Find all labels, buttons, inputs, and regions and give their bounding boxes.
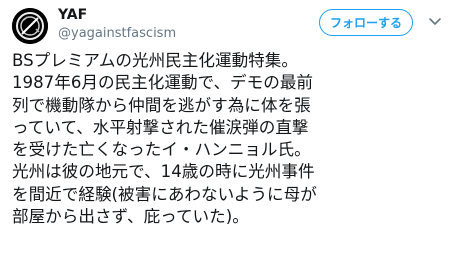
avatar-image-icon <box>12 8 48 44</box>
tweet-text-line: BSプレミアムの光州民主化運動特集。 <box>12 51 298 70</box>
chevron-down-icon[interactable] <box>428 14 442 28</box>
tweet-text: BSプレミアムの光州民主化運動特集。 1987年6月の民主化運動で、デモの最前 … <box>12 50 442 228</box>
tweet-text-line: 光州は彼の地元で、14歳の時に光州事件 <box>12 162 315 182</box>
avatar[interactable] <box>12 8 48 44</box>
tweet-card: YAF @yagainstfascism フォローする BSプレミアムの光州民主… <box>0 0 450 258</box>
tweet-text-line: 列で機動隊から仲間を逃がす為に体を張 <box>12 95 311 115</box>
user-handle[interactable]: @yagainstfascism <box>58 26 176 41</box>
follow-button[interactable]: フォローする <box>319 9 413 36</box>
tweet-text-line: を受けた亡くなったイ・ハンニョル氏。 <box>12 140 311 160</box>
tweet-text-line: っていて、水平射撃された催涙弾の直撃 <box>12 117 309 137</box>
tweet-text-line: 部屋から出さず、庇っていた)。 <box>12 207 249 227</box>
display-name[interactable]: YAF <box>58 7 87 23</box>
tweet-text-line: 1987年6月の民主化運動で、デモの最前 <box>12 73 314 93</box>
tweet-text-line: を間近で経験(被害にあわないように母が <box>12 184 317 204</box>
